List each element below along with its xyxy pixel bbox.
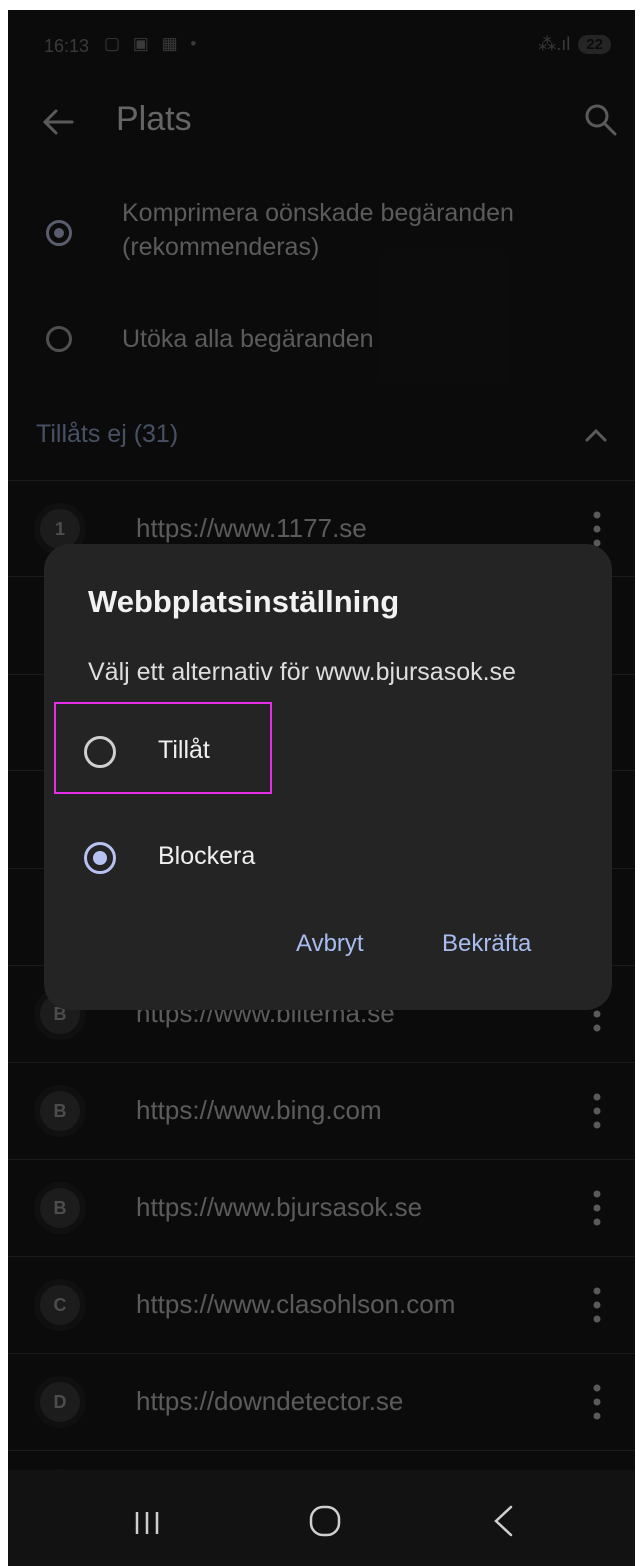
site-setting-dialog: Webbplatsinställning Välj ett alternativ…: [44, 544, 612, 1010]
recent-apps-icon[interactable]: [133, 1510, 161, 1536]
home-icon[interactable]: [308, 1504, 342, 1538]
dialog-subtitle: Välj ett alternativ för www.bjursasok.se: [88, 658, 516, 686]
confirm-button[interactable]: Bekräfta: [442, 930, 531, 958]
cancel-button[interactable]: Avbryt: [296, 930, 364, 958]
radio-selected-icon[interactable]: [84, 842, 116, 874]
option-block-label: Blockera: [158, 842, 256, 870]
highlight-box: [54, 702, 272, 794]
system-nav-bar: [8, 1470, 635, 1566]
screen: 16:13 ▢ ▣ ▦ • ⁂.ıl 22 Plats Komprimera o…: [8, 10, 635, 1566]
back-icon[interactable]: [491, 1504, 515, 1538]
option-block[interactable]: Blockera: [44, 820, 612, 890]
dialog-title: Webbplatsinställning: [88, 584, 400, 619]
